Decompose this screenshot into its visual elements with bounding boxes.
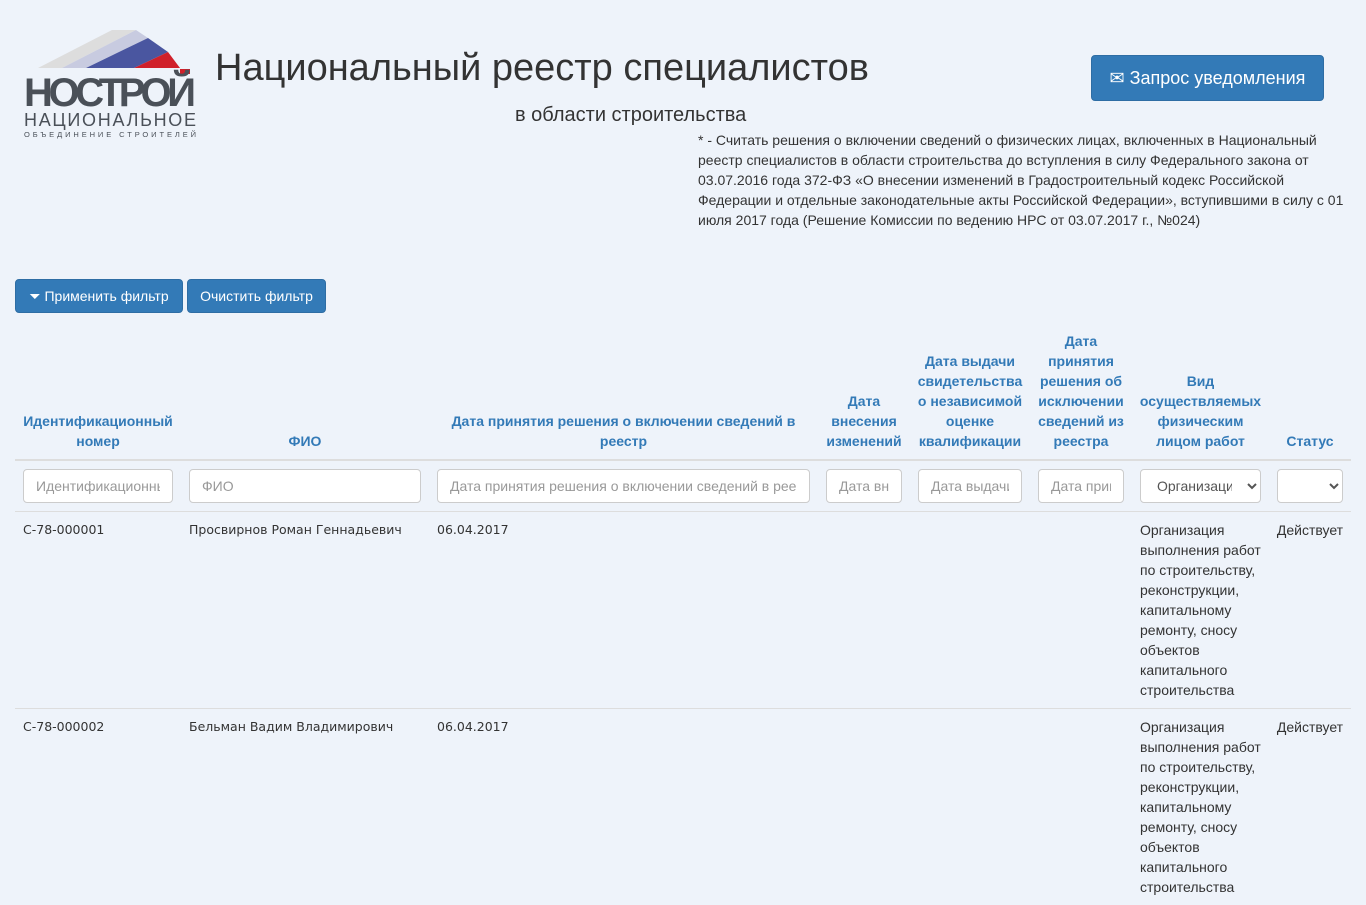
cell-status: Действует xyxy=(1269,709,1351,905)
specialists-table: Идентификационный номер ФИО Дата приняти… xyxy=(15,328,1351,905)
cell-inclusion-date: 06.04.2017 xyxy=(429,709,818,905)
page-title: Национальный реестр специалистов xyxy=(215,47,869,90)
notification-request-button[interactable]: ✉ Запрос уведомления xyxy=(1091,55,1324,101)
column-header-name[interactable]: ФИО xyxy=(181,328,429,460)
column-header-id[interactable]: Идентификационный номер xyxy=(15,328,181,460)
cell-name: Просвирнов Роман Геннадьевич xyxy=(181,512,429,709)
status-filter-select[interactable] xyxy=(1277,469,1343,503)
column-header-certificate-date[interactable]: Дата выдачи свидетельства о независимой … xyxy=(910,328,1030,460)
table-row: С-78-000002 Бельман Вадим Владимирович 0… xyxy=(15,709,1351,905)
inclusion-date-filter-input[interactable] xyxy=(437,469,810,503)
apply-label: Применить фильтр xyxy=(44,288,168,304)
cell-status: Действует xyxy=(1269,512,1351,709)
name-filter-input[interactable] xyxy=(189,469,421,503)
cell-id: С-78-000002 xyxy=(15,709,181,905)
cell-work-type: Организация выполнения работ по строител… xyxy=(1132,709,1269,905)
cell-certificate-date xyxy=(910,512,1030,709)
column-header-work-type[interactable]: Вид осуществляемых физическим лицом рабо… xyxy=(1132,328,1269,460)
svg-text:НОСТРОЙ: НОСТРОЙ xyxy=(24,69,196,115)
filter-icon: ⏷ xyxy=(29,288,40,304)
certificate-date-filter-input[interactable] xyxy=(918,469,1022,503)
cell-exclusion-date xyxy=(1030,709,1132,905)
cell-inclusion-date: 06.04.2017 xyxy=(429,512,818,709)
column-header-status[interactable]: Статус xyxy=(1269,328,1351,460)
page-subtitle: в области строительства xyxy=(515,104,746,127)
column-header-inclusion-date[interactable]: Дата принятия решения о включении сведен… xyxy=(429,328,818,460)
exclusion-date-filter-input[interactable] xyxy=(1038,469,1124,503)
cell-change-date xyxy=(818,709,910,905)
cell-id: С-78-000001 xyxy=(15,512,181,709)
cell-certificate-date xyxy=(910,709,1030,905)
cell-name: Бельман Вадим Владимирович xyxy=(181,709,429,905)
apply-filter-button[interactable]: ⏷ Применить фильтр xyxy=(15,279,183,313)
column-header-exclusion-date[interactable]: Дата принятия решения об исключении свед… xyxy=(1030,328,1132,460)
cell-work-type: Организация выполнения работ по строител… xyxy=(1132,512,1269,709)
id-filter-input[interactable] xyxy=(23,469,173,503)
notify-label: Запрос уведомления xyxy=(1130,68,1306,88)
change-date-filter-input[interactable] xyxy=(826,469,902,503)
table-row: С-78-000001 Просвирнов Роман Геннадьевич… xyxy=(15,512,1351,709)
cell-exclusion-date xyxy=(1030,512,1132,709)
svg-text:НАЦИОНАЛЬНОЕ: НАЦИОНАЛЬНОЕ xyxy=(24,110,196,130)
column-header-change-date[interactable]: Дата внесения изменений xyxy=(818,328,910,460)
cell-change-date xyxy=(818,512,910,709)
clear-filter-button[interactable]: Очистить фильтр xyxy=(187,279,326,313)
work-type-filter-select[interactable]: Организация выполнения работ xyxy=(1140,469,1261,503)
envelope-icon: ✉ xyxy=(1110,68,1125,88)
nostroy-logo: НОСТРОЙ НАЦИОНАЛЬНОЕ ОБЪЕДИНЕНИЕ СТРОИТЕ… xyxy=(24,30,196,140)
registry-note: * - Считать решения о включении сведений… xyxy=(698,130,1348,230)
svg-text:ОБЪЕДИНЕНИЕ СТРОИТЕЛЕЙ: ОБЪЕДИНЕНИЕ СТРОИТЕЛЕЙ xyxy=(24,130,196,139)
